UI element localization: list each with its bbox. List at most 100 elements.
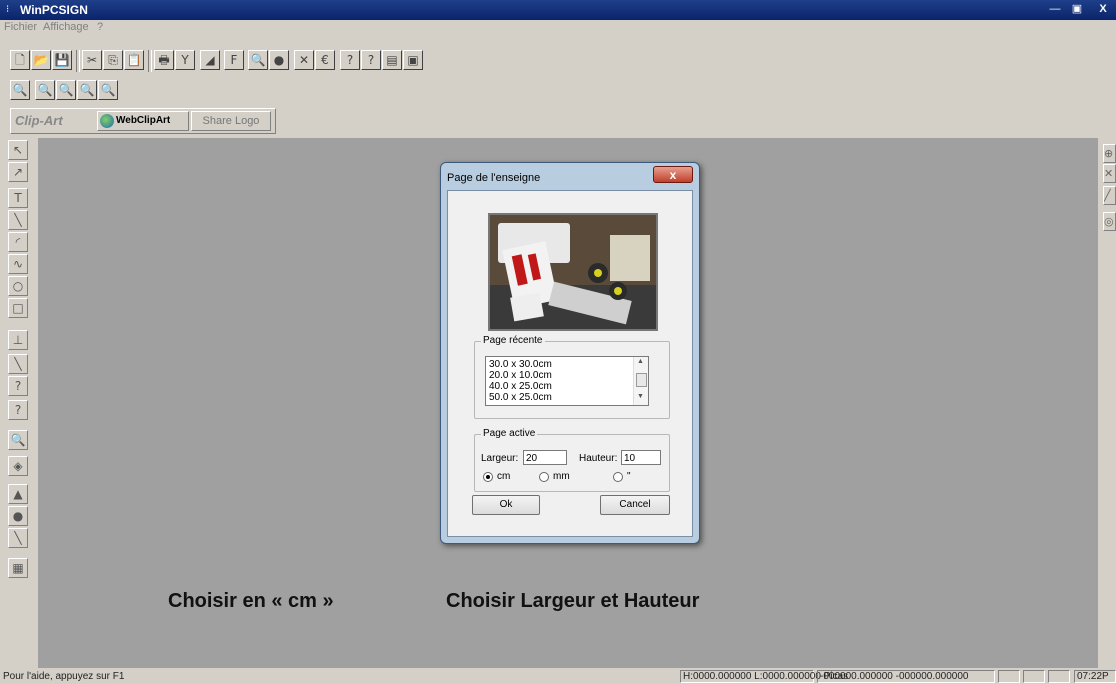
zoom-in-icon[interactable]: 🔍 xyxy=(35,80,55,100)
window-title: WinPCSIGN xyxy=(20,3,88,17)
clipboard-icon[interactable]: ▦ xyxy=(8,558,28,578)
scroll-thumb[interactable] xyxy=(636,373,647,387)
select-icon[interactable]: ↖ xyxy=(8,140,28,160)
new-icon[interactable]: 🗋 xyxy=(10,50,30,70)
snap-icon[interactable]: ⊕ xyxy=(1103,144,1116,163)
list-item[interactable]: 50.0 x 25.0cm xyxy=(489,392,552,403)
clipart-button[interactable]: Clip-Art xyxy=(15,113,95,129)
status-indicator xyxy=(1048,670,1070,683)
unit-cm-radio[interactable] xyxy=(483,472,493,482)
euro-icon[interactable]: € xyxy=(315,50,335,70)
height-label: Hauteur: xyxy=(579,453,618,464)
zoom-icon[interactable]: 🔍 xyxy=(10,80,30,100)
save-icon[interactable]: 💾 xyxy=(52,50,72,70)
ok-button[interactable]: Ok xyxy=(472,495,540,515)
recent-page-group: Page récente 30.0 x 30.0cm 20.0 x 10.0cm… xyxy=(474,335,670,419)
width-label: Largeur: xyxy=(481,453,519,464)
arc-tool-icon[interactable]: ◜ xyxy=(8,232,28,252)
minimize-button[interactable]: — xyxy=(1046,2,1064,17)
status-help-text: Pour l'aide, appuyez sur F1 xyxy=(3,671,125,682)
zoom-all-icon[interactable]: 🔍 xyxy=(98,80,118,100)
list-item[interactable]: 40.0 x 25.0cm xyxy=(489,381,552,392)
text-help-icon[interactable]: ? xyxy=(361,50,381,70)
list-help-icon[interactable]: ? xyxy=(8,376,28,396)
caption-unit: Choisir en « cm » xyxy=(168,590,334,612)
shapes-icon[interactable]: ● xyxy=(8,506,28,526)
node-edit-icon[interactable]: ↗ xyxy=(8,162,28,182)
active-page-label: Page active xyxy=(481,428,538,439)
list-item[interactable]: 20.0 x 10.0cm xyxy=(489,370,552,381)
zoom-toolbar: 🔍 🔍 🔍 🔍 🔍 xyxy=(10,78,150,104)
font-icon[interactable]: F xyxy=(224,50,244,70)
clipart-toolbar: Clip-Art WebClipArt Share Logo xyxy=(10,108,276,134)
recent-page-label: Page récente xyxy=(481,335,545,346)
list-item[interactable]: 30.0 x 30.0cm xyxy=(489,359,552,370)
knife-icon[interactable]: ╲ xyxy=(8,528,28,548)
separator xyxy=(148,50,152,72)
status-indicator xyxy=(998,670,1020,683)
globe-icon xyxy=(100,114,114,128)
text-tool-icon[interactable]: T xyxy=(8,188,28,208)
width-field[interactable]: 20 xyxy=(523,450,567,465)
webclipart-button[interactable]: WebClipArt xyxy=(97,111,189,131)
fill-bucket-icon[interactable]: ▲ xyxy=(8,484,28,504)
screen-icon[interactable]: ▣ xyxy=(403,50,423,70)
dialog-close-button[interactable]: x xyxy=(653,166,693,183)
height-field[interactable]: 10 xyxy=(621,450,661,465)
recent-page-list[interactable]: 30.0 x 30.0cm 20.0 x 10.0cm 40.0 x 25.0c… xyxy=(485,356,649,406)
target-icon[interactable]: ◎ xyxy=(1103,212,1116,231)
menu-bar: Fichier Affichage ? xyxy=(0,20,1116,36)
cross-icon[interactable]: ✕ xyxy=(1103,164,1116,183)
magnify-icon[interactable]: 🔍 xyxy=(248,50,268,70)
list-scrollbar[interactable]: ▲ ▼ xyxy=(633,357,648,405)
open-icon[interactable]: 📂 xyxy=(31,50,51,70)
maximize-button[interactable]: ▣ xyxy=(1068,2,1086,17)
menu-help[interactable]: ? xyxy=(97,21,103,33)
line-tool-icon[interactable]: ╲ xyxy=(8,210,28,230)
bezier-tool-icon[interactable]: ∿ xyxy=(8,254,28,274)
zoom-page-icon[interactable]: 🔍 xyxy=(77,80,97,100)
unit-mm-label: mm xyxy=(553,471,570,482)
pen-icon[interactable]: ╱ xyxy=(1103,186,1116,205)
rectangle-tool-icon[interactable]: □ xyxy=(8,298,28,318)
page-dialog: Page de l'enseigne x Page récente 30.0 x… xyxy=(440,162,700,544)
cancel-button[interactable]: Cancel xyxy=(600,495,670,515)
separator xyxy=(76,50,80,72)
menu-fichier[interactable]: Fichier xyxy=(4,21,37,33)
stamp-icon[interactable]: ⊥ xyxy=(8,330,28,350)
active-page-group: Page active Largeur: 20 Hauteur: 10 cm m… xyxy=(474,428,670,492)
paste-icon[interactable]: 📋 xyxy=(124,50,144,70)
print-icon[interactable]: 🖶 xyxy=(154,50,174,70)
zoom-tool-icon[interactable]: 🔍 xyxy=(8,430,28,450)
close-button[interactable]: X xyxy=(1094,2,1112,17)
menu-affichage[interactable]: Affichage xyxy=(43,21,89,33)
unit-mm-radio[interactable] xyxy=(539,472,549,482)
share-logo-button[interactable]: Share Logo xyxy=(191,111,271,131)
unit-inch-label: " xyxy=(627,471,631,482)
status-coordinates: -000000.000000 -000000.000000 xyxy=(817,670,995,683)
webclipart-label: WebClipArt xyxy=(116,115,171,126)
ellipse-tool-icon[interactable]: ○ xyxy=(8,276,28,296)
dialog-body: Page récente 30.0 x 30.0cm 20.0 x 10.0cm… xyxy=(447,190,693,537)
ramp-icon[interactable]: ◢ xyxy=(200,50,220,70)
left-toolbar: ↖ ↗ T ╲ ◜ ∿ ○ □ ⊥ ╲ ? ? 🔍 ◈ ▲ ● ╲ ▦ xyxy=(8,140,30,590)
zoom-out-icon[interactable]: 🔍 xyxy=(56,80,76,100)
scroll-down-icon[interactable]: ▼ xyxy=(637,393,644,400)
text-help-icon[interactable]: ? xyxy=(8,400,28,420)
delete-icon[interactable]: ✕ xyxy=(294,50,314,70)
status-time: 07:22P xyxy=(1074,670,1116,683)
copy-icon[interactable]: ⎘ xyxy=(103,50,123,70)
help-pointer-icon[interactable]: ? xyxy=(340,50,360,70)
dialog-title: Page de l'enseigne xyxy=(447,172,541,184)
cut-icon[interactable]: ✂ xyxy=(82,50,102,70)
unit-inch-radio[interactable] xyxy=(613,472,623,482)
status-bar: Pour l'aide, appuyez sur F1 H:0000.00000… xyxy=(0,670,1116,684)
cutter-icon[interactable]: Y xyxy=(175,50,195,70)
fill-icon[interactable]: ● xyxy=(269,50,289,70)
pointer-tool-icon[interactable]: ◈ xyxy=(8,456,28,476)
scroll-up-icon[interactable]: ▲ xyxy=(637,358,644,365)
palette-icon[interactable]: ▤ xyxy=(382,50,402,70)
caption-size: Choisir Largeur et Hauteur xyxy=(446,590,700,612)
status-dimensions: H:0000.000000 L:0000.000000 Picas xyxy=(680,670,848,683)
pen-icon[interactable]: ╲ xyxy=(8,354,28,374)
